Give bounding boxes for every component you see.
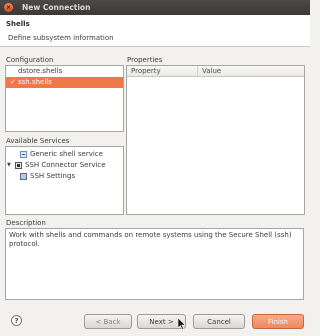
tree-item-generic-shell-service[interactable]: Generic shell service [20, 149, 103, 160]
properties-label: Properties [127, 56, 163, 64]
expand-arrow-icon[interactable]: ▼ [7, 160, 14, 171]
properties-table[interactable]: Property Value [126, 65, 305, 215]
description-text: Work with shells and commands on remote … [9, 231, 292, 248]
tree-item-ssh-settings[interactable]: SSH Settings [20, 171, 75, 182]
page-message: Define subsystem information [8, 34, 114, 42]
wizard-header: Shells Define subsystem information [0, 15, 310, 47]
description-label: Description [6, 219, 46, 227]
mouse-pointer-icon [178, 318, 186, 330]
configuration-list[interactable]: dstore.shells ✓ ssh.shells [5, 65, 124, 132]
properties-table-header: Property Value [127, 66, 304, 77]
help-button[interactable]: ? [11, 315, 22, 326]
description-box: Work with shells and commands on remote … [5, 228, 304, 300]
config-item-dstore-shells[interactable]: dstore.shells [6, 66, 123, 77]
close-window-button[interactable]: × [4, 3, 13, 12]
settings-icon [20, 173, 27, 180]
close-icon: × [5, 3, 12, 11]
config-item-label: dstore.shells [18, 67, 63, 75]
configuration-label: Configuration [6, 56, 54, 64]
config-item-label: ssh.shells [18, 78, 52, 86]
check-icon: ✓ [10, 78, 16, 86]
services-tree[interactable]: Generic shell service ▼ SSH Connector Se… [5, 146, 124, 215]
column-value[interactable]: Value [198, 66, 304, 77]
shell-icon [20, 151, 27, 158]
window-title: New Connection [22, 3, 91, 12]
window-controls: × [4, 3, 13, 12]
available-services-label: Available Services [6, 137, 70, 145]
tree-item-ssh-connector-service[interactable]: ▼ SSH Connector Service [7, 160, 106, 171]
tree-item-label: SSH Connector Service [25, 161, 106, 169]
tree-item-label: Generic shell service [30, 150, 103, 158]
connector-icon [15, 162, 22, 169]
page-title: Shells [6, 20, 30, 28]
column-property[interactable]: Property [127, 66, 198, 77]
title-bar: × New Connection [0, 0, 310, 15]
back-button[interactable]: < Back [84, 314, 132, 329]
config-item-ssh-shells[interactable]: ✓ ssh.shells [6, 77, 123, 88]
cancel-button[interactable]: Cancel [193, 314, 245, 329]
help-icon: ? [14, 316, 19, 325]
tree-item-label: SSH Settings [30, 172, 76, 180]
finish-button[interactable]: Finish [252, 314, 304, 329]
